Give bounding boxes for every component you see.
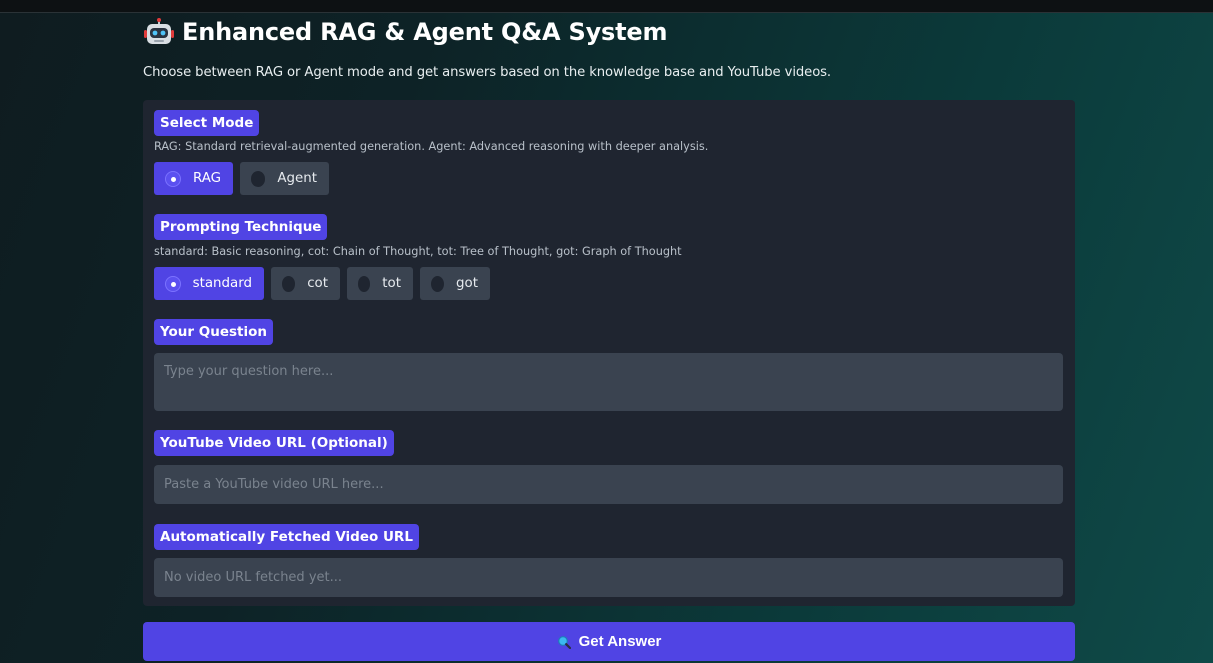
fetched-url-input[interactable]	[154, 558, 1063, 597]
mode-option-label: Agent	[277, 171, 317, 186]
magnifier-icon	[557, 635, 571, 649]
prompting-option-got[interactable]: got	[420, 267, 490, 300]
prompting-option-label: standard	[192, 276, 252, 291]
mode-label: Select Mode	[154, 110, 260, 136]
page-title: Enhanced RAG & Agent Q&A System	[144, 15, 667, 49]
mode-info: RAG: Standard retrieval-augmented genera…	[154, 140, 709, 153]
fetched-url-label: Automatically Fetched Video URL	[154, 524, 419, 550]
get-answer-label: Get Answer	[578, 633, 662, 650]
title-text: Enhanced RAG & Agent Q&A System	[182, 18, 668, 46]
question-input[interactable]	[154, 353, 1063, 411]
radio-selected-icon	[165, 275, 181, 292]
youtube-url-input[interactable]	[154, 465, 1063, 504]
prompting-option-standard[interactable]: standard	[154, 267, 264, 300]
prompting-label: Prompting Technique	[154, 214, 328, 240]
radio-unselected-icon	[282, 275, 296, 292]
mode-option-agent[interactable]: Agent	[240, 162, 329, 195]
prompting-info: standard: Basic reasoning, cot: Chain of…	[154, 245, 682, 258]
mode-option-rag[interactable]: RAG	[154, 162, 233, 195]
get-answer-button[interactable]: Get Answer	[143, 622, 1075, 661]
prompting-option-tot[interactable]: tot	[347, 267, 413, 300]
prompting-option-label: tot	[382, 276, 401, 291]
radio-unselected-icon	[431, 275, 445, 292]
top-window-strip	[0, 0, 1213, 13]
page-subtitle: Choose between RAG or Agent mode and get…	[143, 65, 832, 80]
form-panel: Select Mode RAG: Standard retrieval-augm…	[143, 100, 1075, 606]
app-container: Enhanced RAG & Agent Q&A System Choose b…	[143, 13, 1075, 663]
radio-selected-icon	[165, 170, 181, 187]
radio-unselected-icon	[251, 170, 266, 187]
robot-icon	[144, 17, 174, 47]
prompting-option-label: cot	[307, 276, 328, 291]
prompting-option-cot[interactable]: cot	[271, 267, 340, 300]
mode-option-label: RAG	[192, 171, 221, 186]
question-label: Your Question	[154, 319, 274, 345]
prompting-option-label: got	[456, 276, 478, 291]
radio-unselected-icon	[358, 275, 371, 292]
youtube-url-label: YouTube Video URL (Optional)	[154, 430, 394, 456]
